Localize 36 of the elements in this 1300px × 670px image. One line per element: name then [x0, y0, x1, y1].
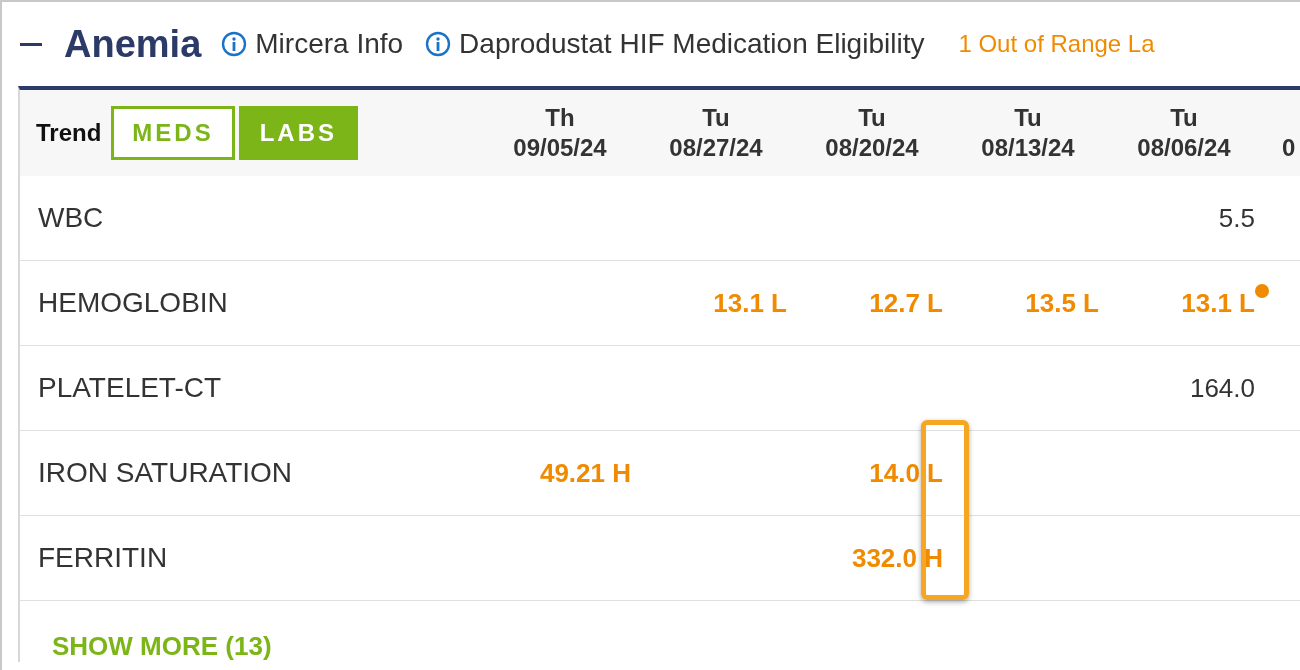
lab-value: 164.0: [1189, 372, 1255, 403]
view-toggle[interactable]: MEDS: [111, 106, 235, 160]
date-label: 08/27/24: [669, 133, 763, 163]
day-label: Tu: [1014, 103, 1042, 133]
date-label: 08/13/24: [981, 133, 1075, 163]
date-label: 08/06/24: [1137, 133, 1231, 163]
lab-value: 49.21 H: [539, 457, 631, 488]
lab-name: PLATELET-CT: [37, 372, 223, 404]
section-title: Anemia: [64, 22, 202, 66]
lab-value: 332.0 H: [851, 542, 943, 573]
collapse-toggle[interactable]: [20, 42, 42, 46]
lab-value: 12.7 L: [869, 287, 943, 318]
lab-value: 13.1 L: [713, 287, 787, 318]
date-label: 0: [1282, 133, 1296, 163]
info-icon: [425, 31, 452, 57]
lab-name: HEMOGLOBIN: [37, 287, 229, 319]
info-icon: [221, 31, 248, 57]
lab-value: 13.5 L: [1025, 287, 1099, 318]
lab-name: WBC: [37, 202, 105, 234]
date-label: 08/20/24: [825, 133, 919, 163]
day-label: Tu: [858, 103, 886, 133]
lab-value: 14.0 L: [869, 457, 943, 488]
day-label: Th: [545, 103, 575, 133]
show-more-link[interactable]: SHOW MORE (13): [52, 631, 272, 662]
day-label: Tu: [1170, 103, 1198, 133]
lab-value: 5.5: [1218, 202, 1255, 233]
out-of-range-alert[interactable]: 1 Out of Range La: [958, 30, 1155, 58]
view-toggle[interactable]: LABS: [238, 106, 359, 160]
lab-value: 13.1 L: [1181, 287, 1255, 318]
info-link[interactable]: Mircera Info: [221, 28, 404, 60]
date-label: 09/05/24: [513, 133, 607, 163]
info-link[interactable]: Daprodustat HIF Medication Eligibility: [425, 28, 925, 60]
trend-label: Trend: [36, 119, 102, 147]
lab-name: IRON SATURATION: [37, 457, 294, 489]
lab-name: FERRITIN: [37, 542, 169, 574]
day-label: Tu: [702, 103, 730, 133]
